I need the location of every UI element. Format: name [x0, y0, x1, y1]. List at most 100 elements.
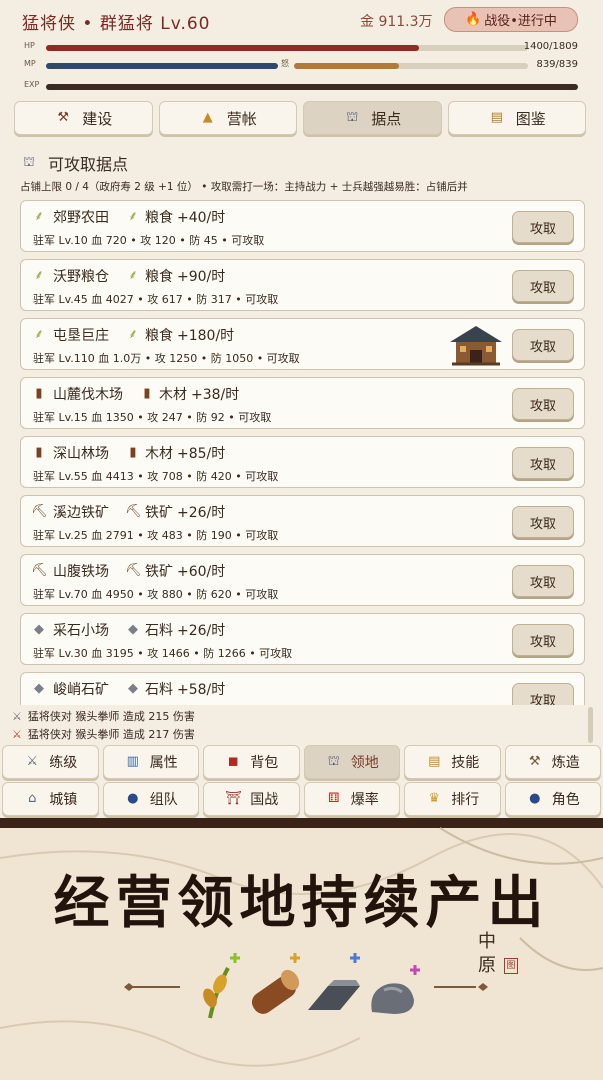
iron-icon — [308, 953, 360, 1010]
nav-character[interactable]: ● 角色 — [504, 782, 601, 816]
stronghold-name-row: ◆ 采石小场 ◆ 石料 +26/时 — [31, 620, 225, 640]
nav-attributes[interactable]: ▥ 属性 — [102, 745, 199, 779]
nav-drop-rate[interactable]: ⚅ 爆率 — [303, 782, 400, 816]
stronghold-name: 溪边铁矿 — [53, 505, 109, 521]
nav-label: 属性 — [149, 755, 178, 771]
log-line: ⚔ 猛将侠对 猴头拳师 造成 215 伤害 — [12, 707, 592, 725]
garrison-stats: 驻军 Lv.30 血 3195 • 攻 1466 • 防 1266 • 可攻取 — [33, 647, 293, 660]
tab-camp[interactable]: ▲ 营帐 — [158, 101, 297, 135]
stone-icon: ◆ — [128, 622, 138, 637]
tab-label: 营帐 — [226, 109, 257, 128]
wood-icon: ▮ — [35, 386, 43, 401]
stronghold-card: ◆ 峻峭石矿 ◆ 石料 +58/时 攻取 — [20, 672, 585, 705]
battle-status-label: 战役•进行中 — [484, 14, 557, 29]
castle-icon: ⛫ — [23, 155, 35, 170]
castle-icon: ⛫ — [346, 110, 359, 125]
garrison-stats: 驻军 Lv.15 血 1350 • 攻 247 • 防 92 • 可攻取 — [33, 411, 272, 424]
production-value: +90/时 — [177, 269, 226, 285]
main-nav-row-1: ⚔ 练级 ▥ 属性 ◼ 背包 ⛫ 领地 ▤ 技能 ⚒ 炼造 — [0, 745, 603, 779]
nav-label: 角色 — [551, 792, 580, 808]
nav-team[interactable]: ● 组队 — [102, 782, 199, 816]
nav-training[interactable]: ⚔ 练级 — [2, 745, 99, 779]
attack-button[interactable]: 攻取 — [512, 329, 574, 361]
nav-nation-war[interactable]: ⛩ 国战 — [203, 782, 300, 816]
production-value: +58/时 — [177, 682, 226, 698]
attack-button[interactable]: 攻取 — [512, 624, 574, 656]
stronghold-name: 峻峭石矿 — [53, 682, 109, 698]
log-scrollbar[interactable] — [588, 707, 593, 743]
mp-fill — [46, 63, 278, 69]
battle-status-button[interactable]: 🔥 战役•进行中 — [444, 7, 578, 32]
mp-bar: MP 怒 839/839 — [22, 59, 582, 71]
nav-territory[interactable]: ⛫ 领地 — [303, 745, 400, 779]
nav-label: 练级 — [49, 755, 78, 771]
log-text: 猛将侠对 猴头拳师 造成 215 伤害 — [27, 710, 195, 723]
production-value: +40/时 — [177, 210, 226, 226]
nav-town[interactable]: ⌂ 城镇 — [2, 782, 99, 816]
production-value: +26/时 — [177, 623, 226, 639]
stronghold-list[interactable]: ⸙ 郊野农田 ⸙ 粮食 +40/时驻军 Lv.10 血 720 • 攻 120 • 防 … — [20, 200, 585, 705]
stronghold-card: ▮ 深山林场 ▮ 木材 +85/时 驻军 Lv.55 血 4413 • 攻 708 • 防… — [20, 436, 585, 488]
attack-button[interactable]: 攻取 — [512, 270, 574, 302]
person-icon: ● — [529, 791, 541, 806]
wood-icon — [251, 953, 300, 1014]
tab-build[interactable]: ⚒ 建设 — [14, 101, 153, 135]
nav-ranking[interactable]: ♛ 排行 — [404, 782, 501, 816]
exp-fill — [46, 84, 578, 90]
nav-label: 组队 — [149, 792, 178, 808]
nav-backpack[interactable]: ◼ 背包 — [203, 745, 300, 779]
production-rate: ◆ 石料 +26/时 — [125, 620, 225, 640]
stronghold-name-row: ⸙ 郊野农田 ⸙ 粮食 +40/时 — [31, 207, 225, 227]
wood-icon: ▮ — [35, 445, 43, 460]
nav-label: 爆率 — [350, 792, 379, 808]
nav-label: 背包 — [250, 755, 279, 771]
building-icon — [450, 326, 502, 366]
nav-skills[interactable]: ▤ 技能 — [404, 745, 501, 779]
garrison-stats: 驻军 Lv.25 血 2791 • 攻 483 • 防 190 • 可攻取 — [33, 529, 279, 542]
occupy-rule-text: 占铺上限 0 / 4（政府寿 2 级 +1 位） • 攻取需打一场：主持战力 +… — [20, 181, 468, 193]
grain-icon: ⸙ — [34, 327, 44, 342]
stronghold-name: 沃野粮仓 — [53, 269, 109, 285]
game-screen: 猛将侠 • 群猛将 Lv.60 金 911.3万 🔥 战役•进行中 HP 140… — [0, 0, 603, 818]
wood-icon: ▮ — [143, 386, 151, 401]
garrison-stats: 驻军 Lv.110 血 1.0万 • 攻 1250 • 防 1050 • 可攻取 — [33, 352, 300, 365]
nav-label: 城镇 — [49, 792, 78, 808]
tab-codex[interactable]: ▤ 图鉴 — [447, 101, 586, 135]
production-rate: ⛏ 铁矿 +26/时 — [125, 502, 225, 522]
production-value: +180/时 — [177, 328, 235, 344]
log-line: ⚔ 猛将侠对 猴头拳师 造成 217 伤害 — [12, 725, 592, 743]
seal-stamp: 图 — [504, 958, 518, 974]
iron-icon: ⛏ — [31, 563, 48, 578]
stronghold-name-row: ⛏ 山腹铁场 ⛏ 铁矿 +60/时 — [31, 561, 225, 581]
dice-icon: ⚅ — [328, 791, 340, 806]
garrison-stats: 驻军 Lv.10 血 720 • 攻 120 • 防 45 • 可攻取 — [33, 234, 265, 247]
hp-value: 1400/1809 — [523, 41, 578, 52]
attack-button[interactable]: 攻取 — [512, 683, 574, 705]
attack-button[interactable]: 攻取 — [512, 447, 574, 479]
attack-button[interactable]: 攻取 — [512, 388, 574, 420]
temple-icon: ⌂ — [28, 791, 37, 806]
resource-name: 木材 — [159, 387, 187, 403]
gold-amount: 金 911.3万 — [360, 14, 433, 30]
resource-name: 粮食 — [145, 210, 173, 226]
resource-name: 铁矿 — [145, 505, 173, 521]
stone-icon — [371, 965, 420, 1014]
wood-icon: ▮ — [129, 445, 137, 460]
grain-icon — [203, 953, 240, 1019]
stronghold-name: 屯垦巨庄 — [53, 328, 109, 344]
stronghold-name-row: ▮ 山麓伐木场 ▮ 木材 +38/时 — [31, 384, 239, 404]
tent-icon: ▲ — [202, 110, 213, 125]
nav-forge[interactable]: ⚒ 炼造 — [504, 745, 601, 779]
attack-button[interactable]: 攻取 — [512, 565, 574, 597]
tab-strongholds[interactable]: ⛫ 据点 — [303, 101, 442, 135]
scroll-icon: ▤ — [490, 110, 503, 125]
attack-button[interactable]: 攻取 — [512, 506, 574, 538]
nav-label: 国战 — [250, 792, 279, 808]
nav-label: 排行 — [451, 792, 480, 808]
bag-icon: ◼ — [227, 754, 239, 769]
crane-icon: ⚒ — [57, 110, 70, 125]
attack-button[interactable]: 攻取 — [512, 211, 574, 243]
flame-icon: 🔥 — [465, 12, 482, 27]
tab-label: 图鉴 — [515, 109, 546, 128]
resource-name: 粮食 — [145, 328, 173, 344]
